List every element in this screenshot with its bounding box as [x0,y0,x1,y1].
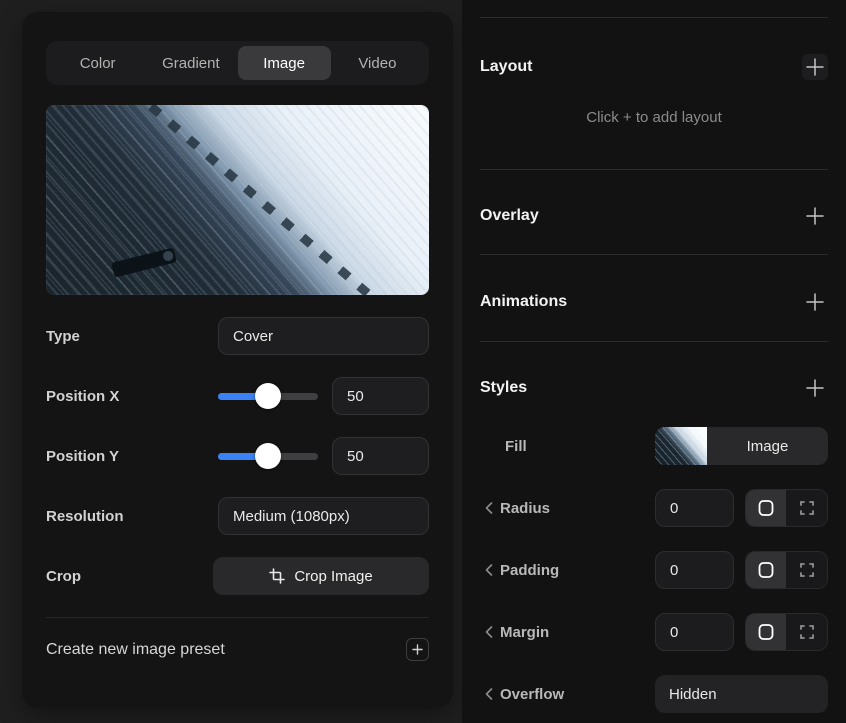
preset-row: Create new image preset [46,638,429,661]
security-camera-in-photo [111,247,177,277]
plus-icon [806,379,824,397]
margin-input[interactable]: 0 [655,613,734,651]
styles-section-header: Styles [480,377,828,399]
styles-title: Styles [480,379,527,397]
animations-section-header: Animations [480,291,828,313]
expand-corners-icon [800,563,814,577]
add-style-button[interactable] [802,375,828,401]
create-preset-label: Create new image preset [46,641,406,659]
resolution-label: Resolution [46,508,218,525]
position-x-row: Position X 50 [46,377,429,415]
radius-corner-toggle [745,489,828,527]
divider [480,341,828,342]
tab-color[interactable]: Color [51,46,144,80]
tab-gradient[interactable]: Gradient [144,46,237,80]
tab-video[interactable]: Video [331,46,424,80]
radius-input[interactable]: 0 [655,489,734,527]
fill-row: Fill Image [480,427,828,465]
crop-image-button[interactable]: Crop Image [213,557,429,595]
uniform-corners-button[interactable] [746,490,787,526]
crop-label: Crop [46,568,213,585]
layout-title: Layout [480,58,532,76]
fill-editor-card: Color Gradient Image Video Type Cover Po… [22,12,453,708]
inspector-panel: Layout Click + to add layout Overlay Ani… [462,0,846,723]
divider [480,254,828,255]
overflow-row: Overflow Hidden [480,675,828,713]
position-y-row: Position Y 50 [46,437,429,475]
chevron-left-icon[interactable] [485,502,493,514]
padding-label: Padding [500,562,559,579]
resolution-select[interactable]: Medium (1080px) [218,497,429,535]
position-x-input[interactable]: 50 [332,377,429,415]
divider [46,617,429,618]
fill-image-thumbnail [655,427,707,465]
image-preview[interactable] [46,105,429,295]
padding-corner-toggle [745,551,828,589]
individual-corners-button[interactable] [786,490,827,526]
add-layout-button[interactable] [802,54,828,80]
plus-icon [412,644,423,655]
individual-padding-button[interactable] [786,552,827,588]
overlay-section-header: Overlay [480,205,828,227]
margin-row: Margin 0 [480,613,828,651]
radius-row: Radius 0 [480,489,828,527]
plus-icon [806,207,824,225]
plus-icon [806,293,824,311]
resolution-row: Resolution Medium (1080px) [46,497,429,535]
divider [480,169,828,170]
uniform-margin-button[interactable] [746,614,787,650]
add-animation-button[interactable] [802,289,828,315]
crop-icon [269,568,285,584]
fill-value-button[interactable]: Image [655,427,828,465]
layout-empty-hint: Click + to add layout [480,109,828,131]
rounded-square-icon [758,499,774,517]
plus-icon [806,58,824,76]
layout-section-header: Layout [480,56,828,78]
position-x-label: Position X [46,388,218,405]
individual-margin-button[interactable] [786,614,827,650]
rounded-square-icon [758,561,774,579]
tab-image[interactable]: Image [238,46,331,80]
crop-button-label: Crop Image [294,568,372,585]
expand-corners-icon [800,501,814,515]
divider [480,17,828,18]
type-label: Type [46,328,218,345]
type-row: Type Cover [46,317,429,355]
slider-thumb[interactable] [255,443,281,469]
chevron-left-icon[interactable] [485,688,493,700]
uniform-padding-button[interactable] [746,552,787,588]
position-x-slider[interactable] [218,383,318,409]
animations-title: Animations [480,293,567,311]
slider-thumb[interactable] [255,383,281,409]
position-y-label: Position Y [46,448,218,465]
radius-label: Radius [500,500,550,517]
position-y-input[interactable]: 50 [332,437,429,475]
overflow-label: Overflow [500,686,564,703]
chevron-left-icon[interactable] [485,626,493,638]
fill-value-label: Image [707,427,828,465]
chevron-left-icon[interactable] [485,564,493,576]
overflow-select[interactable]: Hidden [655,675,828,713]
add-overlay-button[interactable] [802,203,828,229]
margin-corner-toggle [745,613,828,651]
type-select[interactable]: Cover [218,317,429,355]
padding-input[interactable]: 0 [655,551,734,589]
expand-corners-icon [800,625,814,639]
add-preset-button[interactable] [406,638,429,661]
crop-row: Crop Crop Image [46,557,429,595]
margin-label: Margin [500,624,549,641]
fill-label: Fill [505,438,527,455]
overlay-title: Overlay [480,207,539,225]
fill-type-tabbar: Color Gradient Image Video [46,41,429,85]
rounded-square-icon [758,623,774,641]
padding-row: Padding 0 [480,551,828,589]
position-y-slider[interactable] [218,443,318,469]
